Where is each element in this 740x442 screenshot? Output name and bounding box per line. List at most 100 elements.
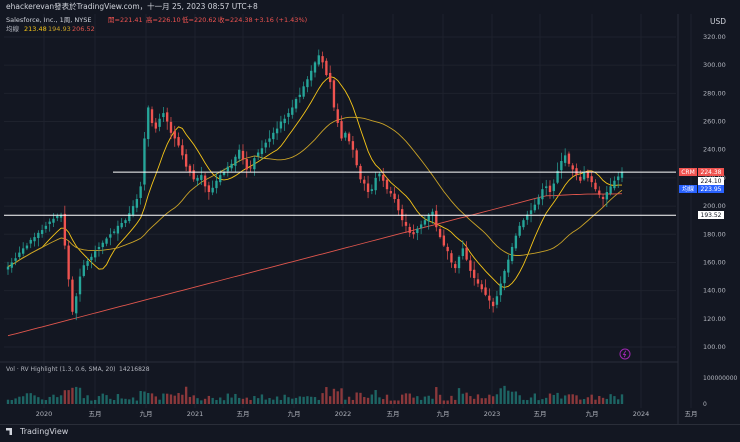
volume-bar (465, 392, 468, 404)
tradingview-logo[interactable]: TradingView (6, 427, 68, 436)
time-tick-label: 五月 (534, 410, 547, 418)
volume-bar (325, 387, 328, 404)
candle-body (495, 296, 499, 305)
candle-body (268, 138, 271, 142)
volume-bar (14, 398, 17, 404)
candle-body (556, 170, 559, 183)
candle-body (97, 246, 101, 250)
price-tick-label: 260.00 (703, 118, 726, 126)
volume-bar (158, 399, 161, 404)
candle-body (279, 121, 283, 129)
candle-body (541, 189, 544, 200)
candle-body (609, 186, 612, 194)
candle-body (370, 189, 374, 191)
volume-bar (435, 387, 438, 404)
volume-bar (264, 399, 267, 404)
candle-body (347, 133, 351, 142)
price-tick-label: 320.00 (703, 33, 726, 41)
volume-bar (268, 398, 271, 404)
candle-body (582, 172, 586, 180)
volume-bar (10, 400, 13, 404)
candle-body (75, 296, 78, 314)
candle-body (457, 256, 461, 269)
price-tick-label: 120.00 (703, 315, 726, 323)
volume-bar (260, 394, 264, 404)
volume-bar (363, 397, 366, 404)
candle-body (105, 238, 108, 244)
currency-label[interactable]: USD (710, 17, 726, 26)
candle-body (317, 55, 320, 65)
candle-body (211, 187, 214, 193)
tradingview-logo-icon (6, 428, 12, 435)
candle-body (116, 225, 120, 234)
candle-body (82, 265, 85, 276)
candle-body (313, 62, 317, 73)
volume-bar (105, 395, 108, 404)
volume-bar (256, 398, 260, 404)
ma-tag-label: 均線 (682, 185, 694, 193)
volume-bar (78, 387, 82, 404)
volume-bar (215, 399, 218, 404)
volume-bar (476, 394, 480, 404)
candle-body (230, 163, 233, 169)
candle-body (454, 264, 457, 269)
volume-bar (120, 398, 123, 404)
volume-bar (234, 393, 237, 404)
candle-body (6, 266, 10, 270)
volume-bar (48, 396, 51, 404)
candle-body (446, 246, 449, 252)
candle-body (363, 179, 366, 184)
volume-bar (605, 398, 609, 404)
ma1-value: 213.48 (24, 25, 47, 33)
volume-bar (6, 399, 10, 404)
candle-body (143, 138, 146, 185)
volume-bar (469, 396, 472, 404)
volume-bar (302, 396, 305, 404)
candle-body (63, 213, 67, 246)
volume-bar (518, 395, 521, 404)
candle-body (215, 180, 218, 189)
volume-bar (211, 397, 214, 404)
volume-bar (382, 399, 385, 404)
volume-bar (484, 398, 487, 404)
price-tick-label: 100.00 (703, 343, 726, 351)
open-value: 開=221.41 (108, 16, 143, 24)
time-tick-label: 2021 (187, 410, 204, 418)
candle-body (275, 128, 279, 134)
volume-bar (563, 395, 567, 404)
volume-bar (313, 397, 317, 404)
crm-price-tag: CRM 224.38 (679, 168, 724, 176)
volume-bar (317, 399, 320, 404)
volume-bar (431, 398, 434, 404)
candle-body (366, 183, 370, 192)
candle-body (510, 246, 514, 262)
volume-bar (548, 393, 552, 404)
volume-bar (162, 393, 165, 404)
candle-body (302, 86, 305, 97)
volume-bar (230, 397, 233, 404)
volume-bar (461, 393, 464, 404)
candle-body (359, 165, 362, 180)
price-tick-label: 300.00 (703, 61, 726, 69)
volume-bar (59, 395, 63, 404)
ma2-value: 194.93 (48, 25, 71, 33)
high-value: 高=226.10 (146, 15, 181, 24)
volume-bar (67, 390, 70, 404)
volume-bar (454, 399, 457, 404)
candle-body (162, 113, 165, 118)
volume-bar (86, 395, 89, 404)
candle-body (101, 242, 104, 248)
candle-body (25, 245, 29, 249)
chart-area[interactable]: 320.00300.00280.00260.00240.00220.00200.… (0, 0, 740, 438)
volume-legend-label: Vol · RV Highlight (1.3, 0.6, SMA, 20) (6, 366, 115, 373)
candle-body (33, 237, 36, 242)
candle-body (238, 149, 241, 159)
candle-body (613, 180, 616, 189)
candle-body (21, 248, 25, 254)
volume-bar (609, 394, 612, 404)
volume-bar (63, 390, 67, 404)
price-chart[interactable]: 320.00300.00280.00260.00240.00220.00200.… (0, 0, 740, 438)
volume-bar (147, 392, 150, 404)
volume-bar (226, 393, 230, 404)
candle-body (400, 209, 404, 221)
